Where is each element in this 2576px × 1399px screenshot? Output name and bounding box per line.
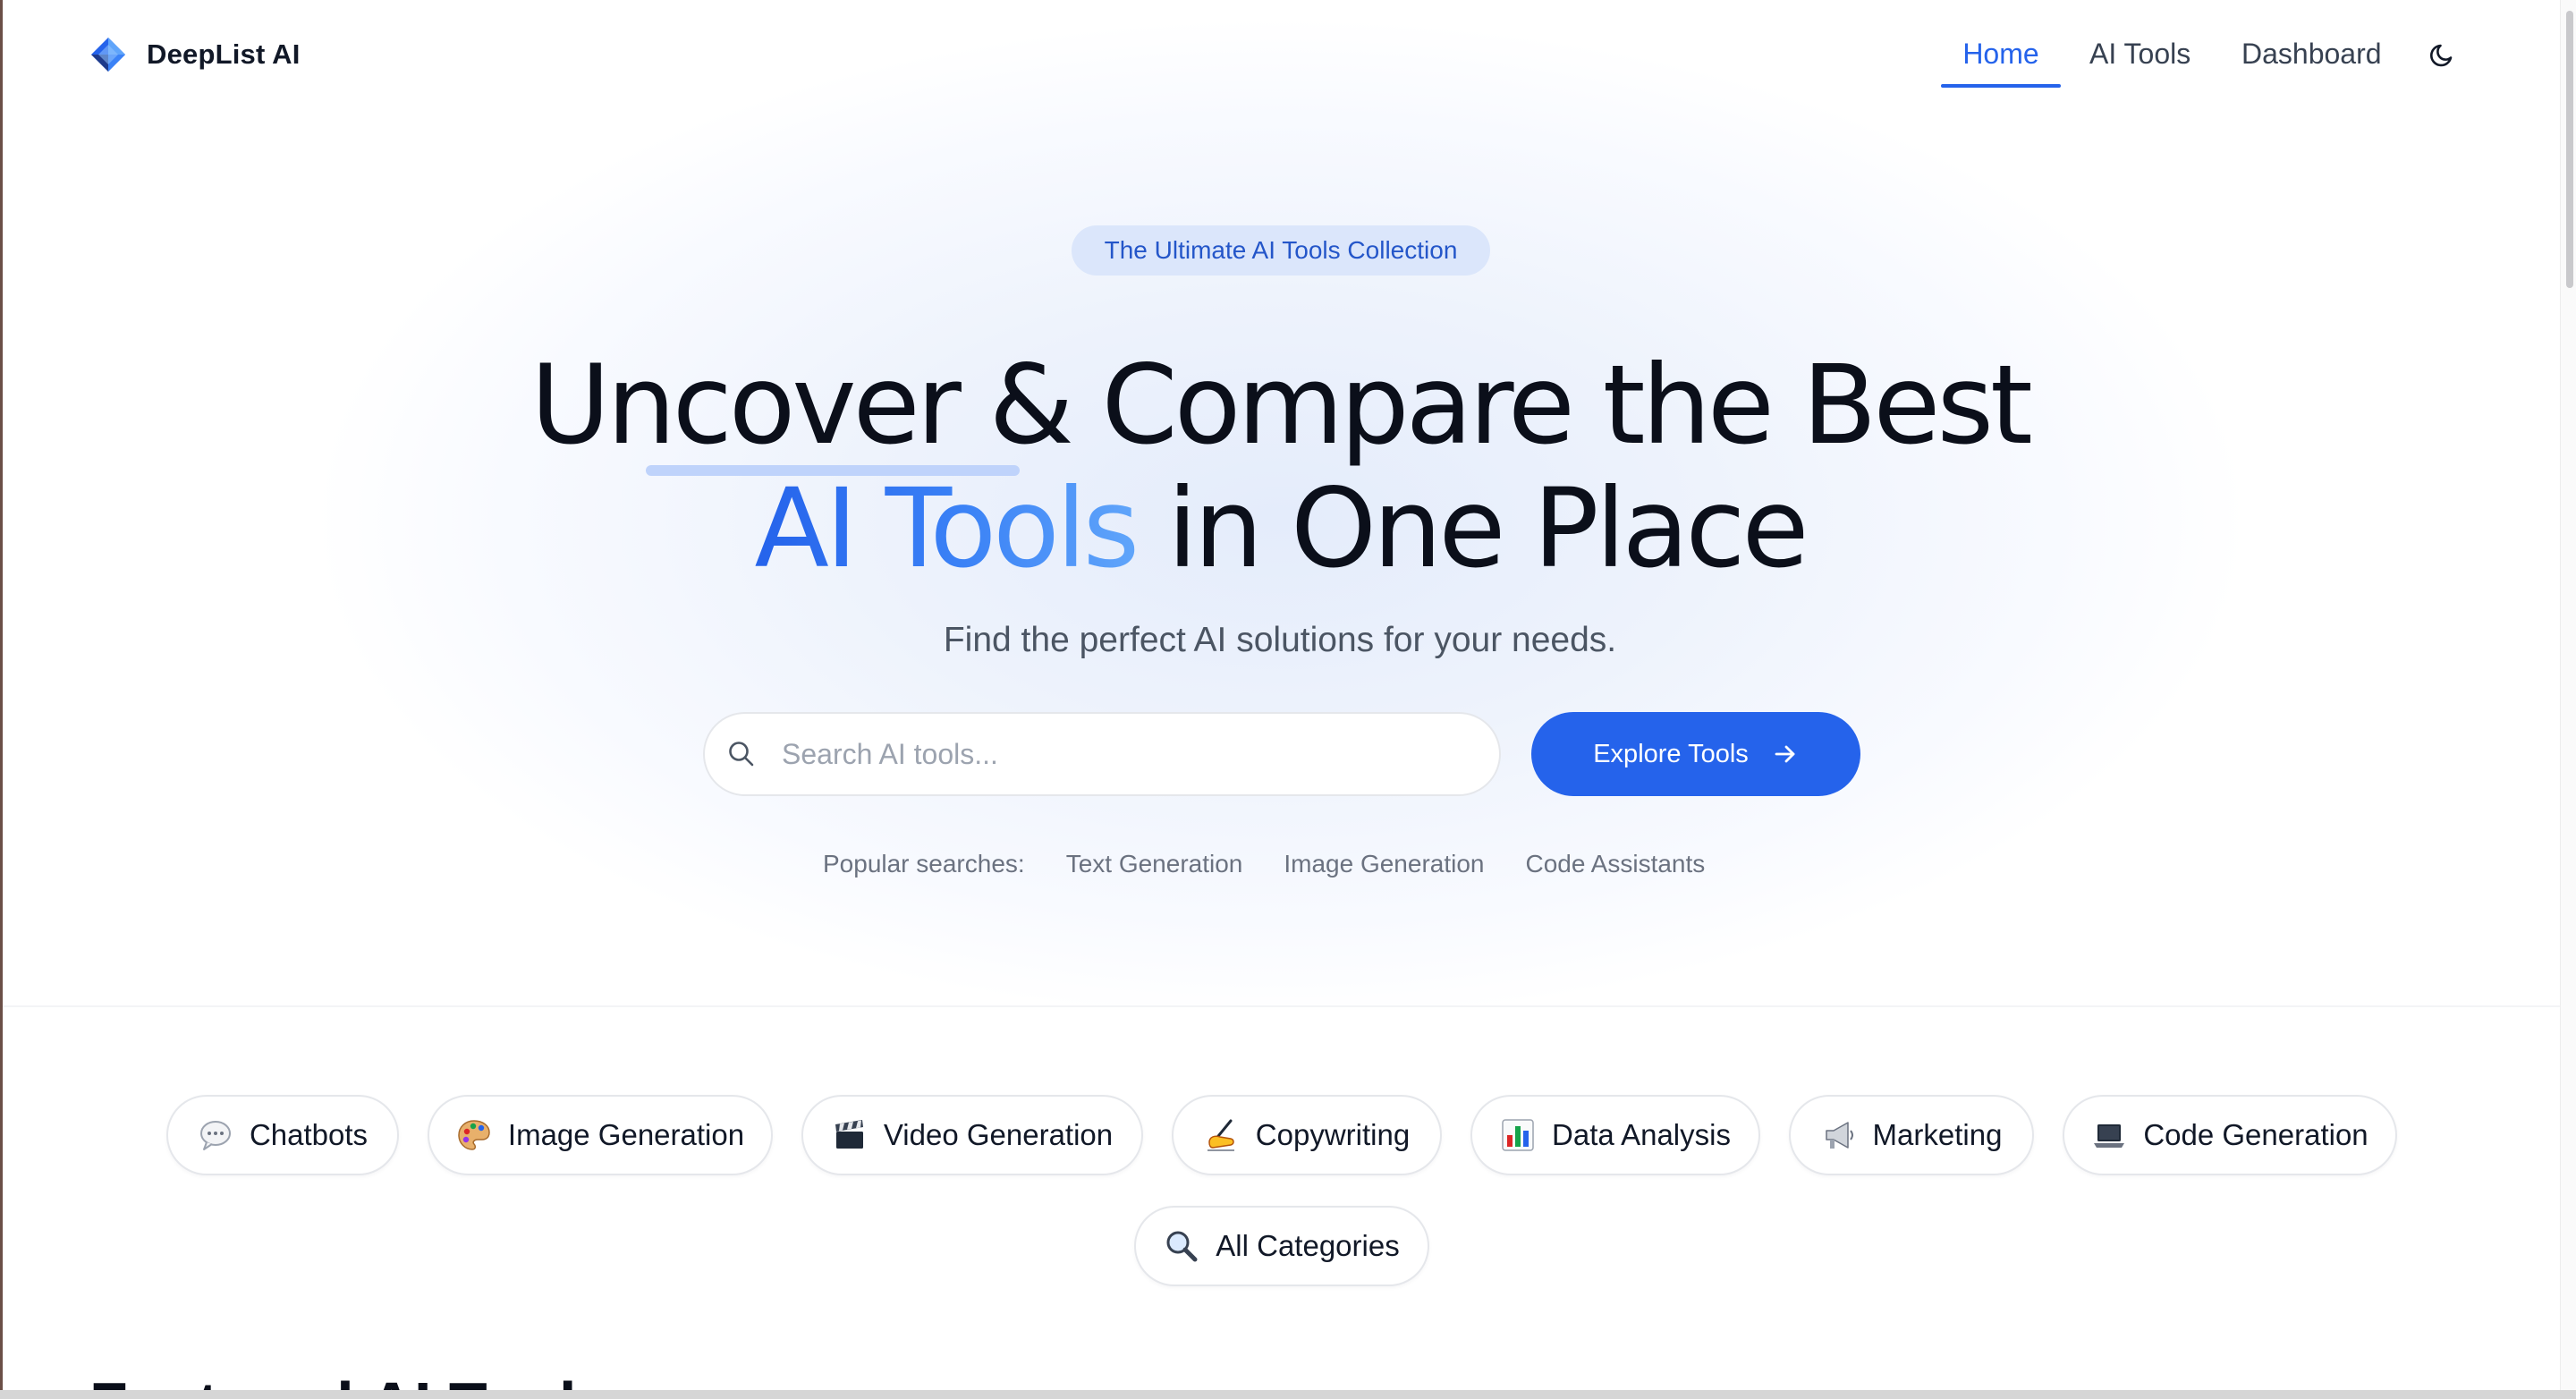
explore-tools-button[interactable]: Explore Tools: [1531, 712, 1860, 796]
search-icon: [729, 742, 754, 767]
clapperboard-icon: [835, 1120, 863, 1149]
search-input[interactable]: [780, 736, 1463, 772]
nav-home[interactable]: Home: [1941, 36, 2061, 88]
moon-icon[interactable]: [2428, 38, 2460, 70]
page: DeepList AI Home AI Tools Dashboard The …: [0, 0, 2576, 1399]
megaphone-icon: [1825, 1122, 1853, 1149]
headline-highlight: AI Tools: [754, 465, 1140, 592]
bar-chart-icon: [1502, 1119, 1534, 1151]
hero-headline-line2: AI Tools in One Place: [0, 465, 2560, 592]
magnifier-icon: [1166, 1231, 1198, 1262]
category-label: Marketing: [1872, 1118, 2003, 1151]
category-chatbots[interactable]: Chatbots: [166, 1095, 399, 1175]
nav-ai-tools[interactable]: AI Tools: [2089, 36, 2190, 79]
category-label: Data Analysis: [1552, 1118, 1731, 1151]
headline-line2-rest: in One Place: [1136, 465, 1809, 592]
window-bottom-edge: [0, 1390, 2576, 1399]
category-label: Chatbots: [249, 1118, 369, 1151]
category-image-generation[interactable]: Image Generation: [428, 1095, 773, 1175]
category-code-generation[interactable]: Code Generation: [2063, 1095, 2397, 1175]
logo[interactable]: DeepList AI: [89, 36, 301, 73]
speech-bubble-icon: [199, 1121, 231, 1150]
logo-text: DeepList AI: [147, 38, 301, 70]
popular-search-image-generation[interactable]: Image Generation: [1284, 850, 1484, 878]
hero-subtitle: Find the perfect AI solutions for your n…: [943, 621, 1617, 659]
laptop-icon: [2094, 1124, 2125, 1148]
diamond-logo-icon: [91, 38, 125, 72]
popular-searches: Popular searches: Text Generation Image …: [823, 850, 1705, 878]
hero-badge: The Ultimate AI Tools Collection: [1072, 225, 1490, 276]
scrollbar[interactable]: [2560, 0, 2576, 1395]
palette-icon: [458, 1120, 490, 1150]
category-data-analysis[interactable]: Data Analysis: [1470, 1095, 1760, 1175]
hero-headline-line1: Uncover & Compare the Best: [530, 342, 2033, 469]
category-label: All Categories: [1216, 1229, 1400, 1262]
category-marketing[interactable]: Marketing: [1789, 1095, 2034, 1175]
popular-search-code-assistants[interactable]: Code Assistants: [1526, 850, 1706, 878]
category-video-generation[interactable]: Video Generation: [801, 1095, 1143, 1175]
category-copywriting[interactable]: Copywriting: [1172, 1095, 1442, 1175]
explore-tools-label: Explore Tools: [1593, 739, 1749, 768]
category-label: Code Generation: [2143, 1118, 2368, 1151]
category-label: Copywriting: [1255, 1118, 1411, 1151]
writing-hand-icon: [1207, 1119, 1234, 1151]
category-label: Video Generation: [883, 1118, 1114, 1151]
window-edge: [0, 0, 3, 1399]
arrow-right-icon: [1775, 745, 1795, 763]
category-label: Image Generation: [507, 1118, 745, 1151]
popular-searches-label: Popular searches:: [823, 850, 1025, 878]
nav-dashboard[interactable]: Dashboard: [2241, 36, 2382, 79]
popular-search-text-generation[interactable]: Text Generation: [1066, 850, 1243, 878]
category-all-categories[interactable]: All Categories: [1134, 1206, 1429, 1286]
search-box[interactable]: [703, 712, 1501, 796]
scrollbar-thumb[interactable]: [2566, 11, 2573, 288]
